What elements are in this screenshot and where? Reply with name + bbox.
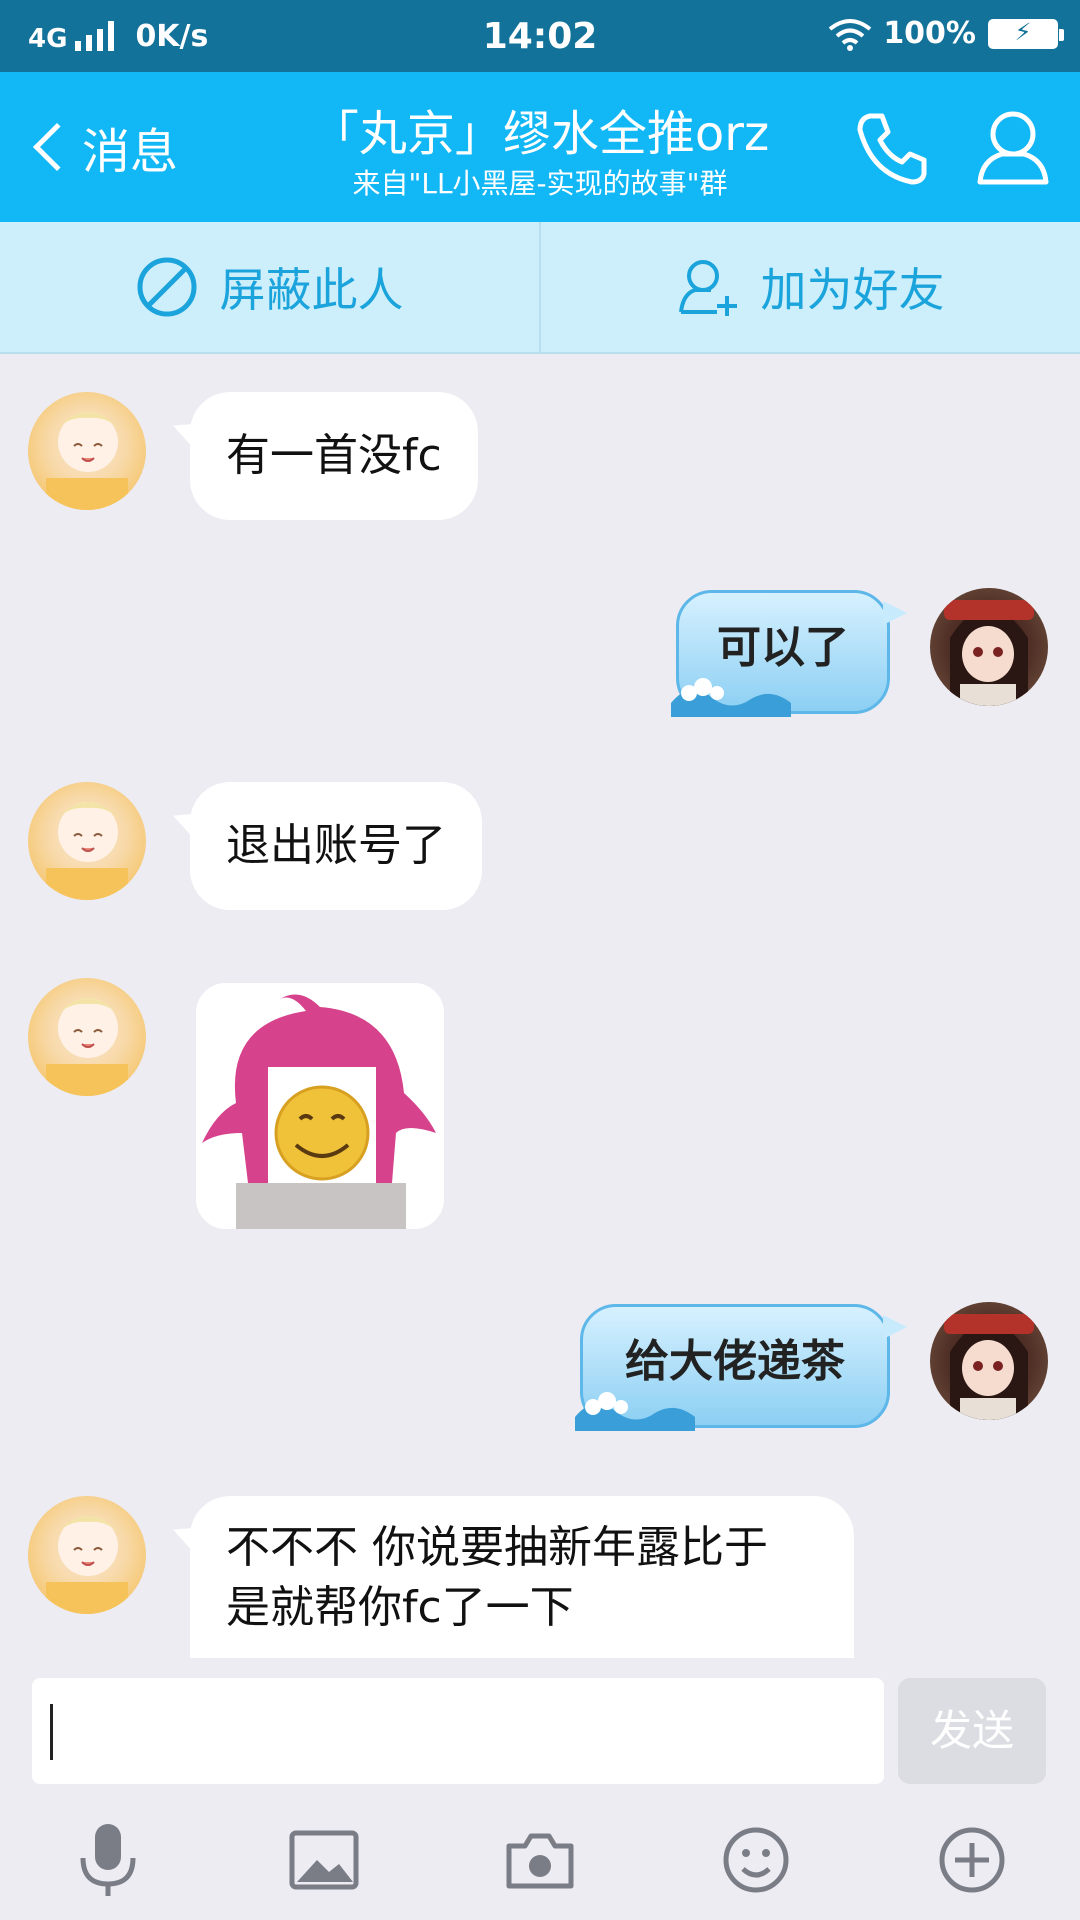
add-friend-label: 加为好友 (760, 263, 945, 317)
chat-subtitle: 来自"LL小黑屋-实现的故事"群 (352, 167, 728, 200)
block-button[interactable]: 屏蔽此人 (0, 222, 539, 352)
plus-icon (939, 1827, 1005, 1893)
wifi-icon (829, 18, 872, 51)
message-bubble[interactable]: 不不不 你说要抽新年露比于 是就帮你fc了一下 (190, 1496, 854, 1658)
stranger-action-bar: 屏蔽此人 加为好友 (0, 222, 1080, 354)
input-toolbar (0, 1800, 1080, 1920)
contact-avatar[interactable] (28, 392, 146, 510)
my-avatar[interactable] (930, 588, 1048, 706)
image-icon (289, 1830, 359, 1890)
emoji-icon (723, 1827, 789, 1893)
phone-icon[interactable] (852, 108, 932, 188)
message-text: 有一首没fc (226, 430, 442, 481)
chat-title: 「丸京」缪水全推orz (310, 106, 770, 162)
text-caret (50, 1704, 53, 1760)
image-button[interactable] (274, 1810, 374, 1910)
message-text: 退出账号了 (226, 820, 446, 871)
message-text: 可以了 (717, 622, 849, 673)
status-bar: 4G 0K/s 14:02 100% ⚡ (0, 0, 1080, 72)
message-bubble[interactable]: 退出账号了 (190, 782, 482, 910)
mic-button[interactable] (58, 1810, 158, 1910)
profile-icon[interactable] (976, 108, 1050, 188)
send-button[interactable]: 发送 (898, 1678, 1046, 1784)
add-friend-button[interactable]: 加为好友 (539, 222, 1080, 352)
contact-avatar[interactable] (28, 978, 146, 1096)
message-text-line: 是就帮你fc了一下 (226, 1582, 574, 1633)
contact-avatar[interactable] (28, 782, 146, 900)
my-avatar[interactable] (930, 1302, 1048, 1420)
camera-button[interactable] (490, 1810, 590, 1910)
sticker-image[interactable] (196, 983, 444, 1229)
back-button[interactable]: 消息 (26, 112, 178, 182)
contact-avatar[interactable] (28, 1496, 146, 1614)
block-icon (137, 257, 196, 317)
wave-decoration (575, 1392, 695, 1431)
battery-percent: 100% (883, 16, 976, 51)
add-user-icon (678, 260, 737, 316)
message-input[interactable] (32, 1678, 884, 1784)
mic-icon (80, 1824, 136, 1896)
message-bubble[interactable]: 有一首没fc (190, 392, 478, 520)
emoji-button[interactable] (706, 1810, 806, 1910)
message-bubble-outgoing[interactable]: 可以了 (671, 590, 907, 717)
battery-icon: ⚡ (988, 18, 1064, 49)
chat-header: 消息 「丸京」缪水全推orz 来自"LL小黑屋-实现的故事"群 (0, 72, 1080, 222)
more-button[interactable] (922, 1810, 1022, 1910)
block-label: 屏蔽此人 (219, 263, 404, 317)
camera-icon (506, 1833, 574, 1889)
message-text-line: 不不不 你说要抽新年露比于 (226, 1522, 768, 1573)
back-label: 消息 (82, 124, 179, 180)
message-bubble-outgoing[interactable]: 给大佬递茶 (575, 1304, 907, 1431)
message-text: 给大佬递茶 (625, 1336, 845, 1387)
status-right: 100% ⚡ (827, 16, 1064, 51)
chevron-left-icon (32, 122, 82, 172)
wave-decoration (671, 678, 791, 717)
